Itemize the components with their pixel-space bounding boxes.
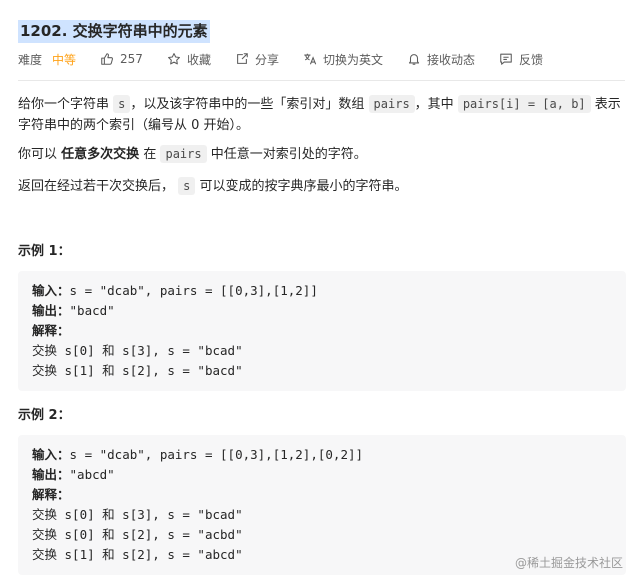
example-step: 交换 s[0] 和 s[3], s = "bcad" bbox=[32, 343, 243, 358]
text: 可以变成的按字典序最小的字符串。 bbox=[199, 179, 408, 194]
output-value: "bacd" bbox=[69, 303, 115, 318]
inline-code: s bbox=[113, 95, 131, 113]
difficulty-badge: 中等 bbox=[52, 52, 77, 67]
favorite-label: 收藏 bbox=[186, 52, 211, 67]
notify-button[interactable]: 接收动态 bbox=[407, 51, 475, 68]
like-button[interactable]: 257 bbox=[100, 52, 143, 66]
description-paragraph-3: 返回在经过若干次交换后， s 可以变成的按字典序最小的字符串。 bbox=[18, 176, 629, 197]
inline-code: s bbox=[178, 177, 196, 195]
inline-code: pairs bbox=[160, 145, 207, 163]
example-input: 输入：s = "dcab", pairs = [[0,3],[1,2]] bbox=[32, 281, 612, 301]
example-step: 交换 s[0] 和 s[2], s = "acbd" bbox=[32, 527, 243, 542]
text: 在 bbox=[143, 147, 157, 162]
example-2-title: 示例 2： bbox=[18, 408, 71, 423]
example-1-title: 示例 1： bbox=[18, 244, 71, 259]
bold-text: 任意多次交换 bbox=[61, 147, 140, 162]
text: ，以及该字符串中的一些「索引对」数组 bbox=[130, 97, 365, 112]
example-input: 输入：s = "dcab", pairs = [[0,3],[1,2],[0,2… bbox=[32, 445, 612, 465]
example-1-block: 输入：s = "dcab", pairs = [[0,3],[1,2]] 输出：… bbox=[18, 271, 626, 391]
text: 给你一个字符串 bbox=[18, 97, 110, 112]
output-label: 输出： bbox=[32, 467, 70, 482]
example-output: 输出："abcd" bbox=[32, 465, 612, 485]
like-count: 257 bbox=[120, 52, 143, 66]
problem-meta-bar: 难度 中等 257 收藏 分享 切换为英文 接收动态 反馈 bbox=[18, 50, 567, 68]
notify-label: 接收动态 bbox=[426, 52, 475, 67]
favorite-button[interactable]: 收藏 bbox=[167, 51, 211, 68]
input-value: s = "dcab", pairs = [[0,3],[1,2]] bbox=[69, 283, 318, 298]
example-output: 输出："bacd" bbox=[32, 301, 612, 321]
share-label: 分享 bbox=[254, 52, 279, 67]
explain-label: 解释： bbox=[32, 487, 70, 502]
example-step: 交换 s[0] 和 s[3], s = "bcad" bbox=[32, 507, 243, 522]
feedback-label: 反馈 bbox=[519, 52, 544, 67]
input-label: 输入： bbox=[32, 283, 70, 298]
text: 你可以 bbox=[18, 147, 58, 162]
inline-code: pairs[i] = [a, b] bbox=[457, 95, 591, 113]
difficulty-label: 难度 bbox=[18, 52, 43, 67]
description-paragraph-1: 给你一个字符串 s ，以及该字符串中的一些「索引对」数组 pairs ，其中 pai… bbox=[18, 94, 629, 136]
example-step: 交换 s[1] 和 s[2], s = "bacd" bbox=[32, 363, 243, 378]
translate-icon bbox=[304, 53, 317, 65]
input-value: s = "dcab", pairs = [[0,3],[1,2],[0,2]] bbox=[69, 447, 364, 462]
feedback-button[interactable]: 反馈 bbox=[499, 51, 543, 68]
translate-button[interactable]: 切换为英文 bbox=[303, 51, 383, 68]
text: ，其中 bbox=[414, 97, 454, 112]
text: 返回在经过若干次交换后， bbox=[18, 179, 175, 194]
output-value: "abcd" bbox=[69, 467, 115, 482]
difficulty: 难度 中等 bbox=[18, 51, 76, 68]
share-icon bbox=[237, 53, 248, 64]
output-label: 输出： bbox=[32, 303, 70, 318]
description-paragraph-2: 你可以 任意多次交换 在 pairs 中任意一对索引处的字符。 bbox=[18, 144, 629, 165]
example-explain: 解释： bbox=[32, 485, 612, 505]
problem-title: 1202. 交换字符串中的元素 bbox=[18, 20, 210, 43]
watermark: @稀土掘金技术社区 bbox=[514, 556, 623, 570]
explain-label: 解释： bbox=[32, 323, 70, 338]
translate-label: 切换为英文 bbox=[322, 52, 383, 67]
divider bbox=[18, 80, 625, 81]
text: 中任意一对索引处的字符。 bbox=[210, 147, 367, 162]
share-button[interactable]: 分享 bbox=[235, 51, 279, 68]
example-explain: 解释： bbox=[32, 321, 612, 341]
bell-icon bbox=[408, 54, 420, 65]
inline-code: pairs bbox=[368, 95, 415, 113]
star-icon bbox=[167, 53, 180, 65]
feedback-icon bbox=[500, 53, 512, 65]
input-label: 输入： bbox=[32, 447, 70, 462]
thumbs-up-icon bbox=[101, 53, 114, 65]
